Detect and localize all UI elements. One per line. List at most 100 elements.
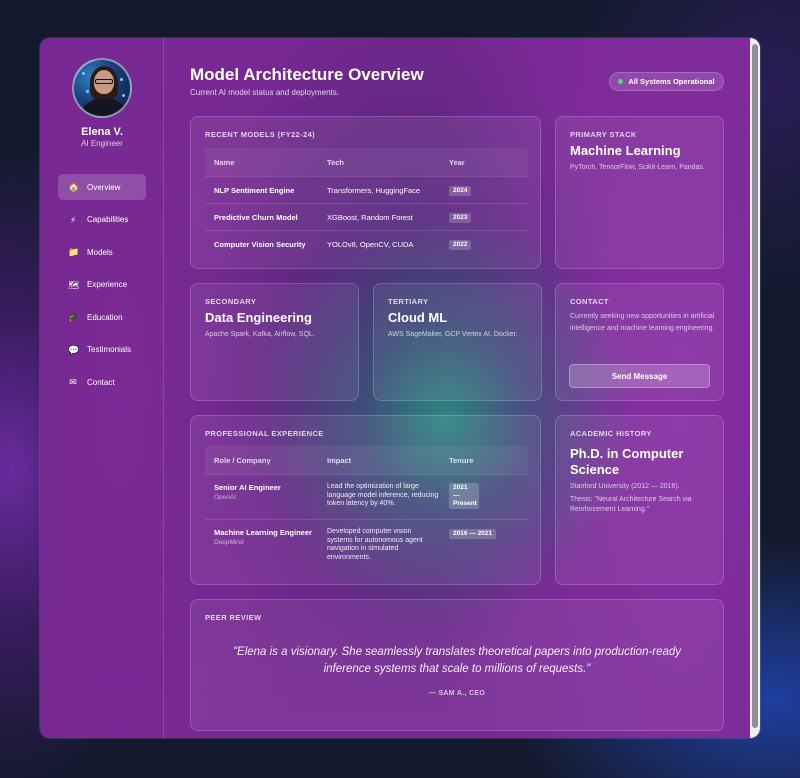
column-header: Tenure (449, 455, 474, 465)
graduation-cap-icon: 🎓 (68, 312, 80, 322)
tenure-badge: 2021 — Present (449, 483, 479, 509)
table-row[interactable]: Predictive Churn Model XGBoost, Random F… (205, 203, 528, 230)
page-title: Model Architecture Overview (190, 65, 424, 84)
model-tech: XGBoost, Random Forest (327, 212, 413, 222)
table-header: Role / Company Impact Tenure (205, 446, 528, 474)
envelope-icon: ✉ (69, 377, 77, 387)
card-label: RECENT MODELS (FY22-24) (205, 130, 316, 139)
status-badge: All Systems Operational (609, 72, 724, 91)
sidebar-item-overview[interactable]: 🏠 Overview (58, 174, 146, 200)
card-text: AWS SageMaker, GCP Vertex AI, Docker. (388, 331, 518, 338)
company-name: OpenAI (214, 494, 237, 501)
tertiary-stack-card: TERTIARY Cloud ML AWS SageMaker, GCP Ver… (373, 283, 542, 401)
status-text: All Systems Operational (628, 77, 715, 86)
app-window: Elena V. AI Engineer 🏠 Overview ⚡ Capabi… (40, 38, 760, 738)
card-label: PRIMARY STACK (570, 130, 637, 139)
primary-stack-card: PRIMARY STACK Machine Learning PyTorch, … (555, 116, 724, 269)
send-message-button[interactable]: Send Message (569, 364, 710, 388)
tenure-badge: 2016 — 2021 (449, 529, 497, 539)
card-heading: Machine Learning (570, 143, 681, 158)
lightning-icon: ⚡ (69, 214, 77, 225)
recent-models-table: Name Tech Year NLP Sentiment Engine Tran… (205, 148, 528, 257)
avatar-sparkle (120, 78, 123, 81)
avatar-glasses (95, 79, 113, 84)
table-row[interactable]: Computer Vision Security YOLOv8, OpenCV,… (205, 230, 528, 257)
speech-bubble-icon: 💬 (68, 344, 80, 355)
table-row[interactable]: NLP Sentiment Engine Transformers, Huggi… (205, 176, 528, 203)
thesis-text: Thesis: "Neural Architecture Search via … (570, 496, 692, 513)
academic-card: ACADEMIC HISTORY Ph.D. in Computer Scien… (555, 415, 724, 585)
year-badge: 2022 (449, 239, 472, 250)
sidebar-item-label: Testimonials (87, 345, 132, 354)
card-text: Currently seeking new opportunities in a… (570, 313, 715, 332)
status-dot-icon (618, 79, 624, 84)
sidebar-item-education[interactable]: 🎓 Education (58, 304, 146, 330)
table-header: Name Tech Year (205, 148, 528, 176)
model-tech: Transformers, HuggingFace (327, 185, 421, 195)
sidebar-item-label: Overview (87, 182, 121, 192)
sidebar-nav: 🏠 Overview ⚡ Capabilities 📁 Models 🗺 Exp… (58, 174, 146, 402)
profile-name: Elena V. (81, 126, 123, 138)
company-name: DeepMind (214, 539, 244, 546)
contact-card: CONTACT Currently seeking new opportunit… (555, 283, 724, 401)
model-name: Predictive Churn Model (214, 212, 298, 222)
year-badge: 2024 (449, 185, 472, 196)
sidebar-item-capabilities[interactable]: ⚡ Capabilities (58, 207, 146, 233)
table-row[interactable]: Machine Learning Engineer DeepMind Devel… (205, 519, 528, 571)
secondary-stack-card: SECONDARY Data Engineering Apache Spark,… (190, 283, 359, 401)
testimonial-quote: "Elena is a visionary. She seamlessly tr… (232, 646, 682, 675)
sidebar-item-experience[interactable]: 🗺 Experience (58, 272, 146, 298)
testimonial-author: — SAM A., CEO (428, 690, 486, 697)
profile-role: AI Engineer (81, 139, 123, 148)
year-badge: 2023 (449, 212, 472, 223)
model-name: Computer Vision Security (214, 239, 306, 249)
card-heading: Data Engineering (205, 310, 312, 325)
avatar-sparkle (82, 72, 85, 75)
avatar-sparkle (122, 94, 125, 97)
sidebar: Elena V. AI Engineer 🏠 Overview ⚡ Capabi… (40, 38, 164, 738)
card-heading: Ph.D. in Computer Science (570, 446, 684, 477)
experience-card: PROFESSIONAL EXPERIENCE Role / Company I… (190, 415, 541, 585)
role-title: Senior AI Engineer (214, 483, 281, 492)
impact-text: Lead the optimization of large language … (327, 483, 439, 507)
avatar (72, 58, 132, 118)
column-header: Year (449, 157, 465, 167)
column-header: Name (214, 157, 235, 167)
table-row[interactable]: Senior AI Engineer OpenAI Lead the optim… (205, 474, 528, 519)
scrollbar-thumb[interactable] (752, 44, 758, 728)
card-text: Apache Spark, Kafka, Airflow, SQL. (205, 331, 315, 338)
card-label: ACADEMIC HISTORY (570, 429, 652, 438)
column-header: Tech (327, 157, 344, 167)
sidebar-item-label: Contact (87, 377, 115, 387)
sidebar-item-label: Models (87, 247, 113, 257)
card-label: SECONDARY (205, 297, 257, 306)
column-header: Role / Company (214, 455, 271, 465)
page-subtitle: Current AI model status and deployments. (190, 88, 339, 97)
impact-text: Developed computer vision systems for au… (327, 528, 423, 561)
home-icon: 🏠 (68, 182, 80, 192)
sidebar-item-label: Capabilities (87, 215, 129, 224)
role-title: Machine Learning Engineer (214, 528, 312, 537)
card-label: CONTACT (570, 297, 609, 306)
peer-review-card: PEER REVIEW "Elena is a visionary. She s… (190, 599, 724, 731)
sidebar-item-testimonials[interactable]: 💬 Testimonials (58, 337, 146, 363)
folder-icon: 📁 (68, 247, 80, 257)
sidebar-item-contact[interactable]: ✉ Contact (58, 369, 146, 395)
main-content: Model Architecture Overview Current AI m… (190, 38, 750, 738)
card-label: PROFESSIONAL EXPERIENCE (205, 429, 324, 438)
school-text: Stanford University (2012 — 2016). (570, 483, 680, 490)
avatar-sparkle (86, 90, 89, 93)
sidebar-item-models[interactable]: 📁 Models (58, 239, 146, 265)
sidebar-item-label: Experience (87, 280, 128, 289)
map-icon: 🗺 (68, 279, 80, 290)
recent-models-card: RECENT MODELS (FY22-24) Name Tech Year N… (190, 116, 541, 269)
model-name: NLP Sentiment Engine (214, 185, 295, 195)
card-label: PEER REVIEW (205, 613, 262, 622)
sidebar-item-label: Education (87, 312, 123, 322)
card-label: TERTIARY (388, 297, 429, 306)
avatar-body (82, 98, 126, 116)
scrollbar-track[interactable] (750, 38, 760, 738)
card-heading: Cloud ML (388, 310, 448, 325)
card-text: PyTorch, TensorFlow, Scikit-Learn, Panda… (570, 164, 705, 171)
experience-table: Role / Company Impact Tenure Senior AI E… (205, 446, 528, 571)
